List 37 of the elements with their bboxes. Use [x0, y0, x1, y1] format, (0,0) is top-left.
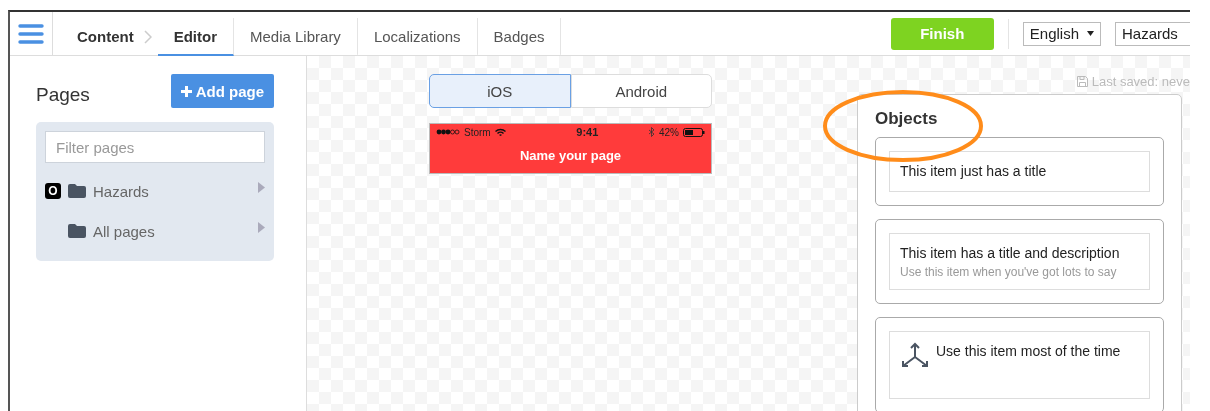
shortcut-badge: O — [45, 183, 61, 199]
platform-tab[interactable]: Android — [570, 74, 712, 108]
bluetooth-icon — [649, 127, 655, 137]
expand-arrow-icon[interactable] — [258, 181, 265, 193]
object-title: This item has a title and description — [900, 244, 1120, 263]
folder-item[interactable]: Hazards — [93, 182, 251, 200]
object-card[interactable]: This item has a title and description Use this item when you've got lots to say — [875, 219, 1164, 304]
nav-tab[interactable]: Editor — [157, 18, 234, 56]
object-title: This item just has a title — [900, 162, 1047, 181]
clock-label: 9:41 — [575, 126, 599, 138]
caret-icon — [1087, 31, 1094, 36]
pages-select[interactable]: Hazards — [1115, 21, 1190, 46]
chevron-icon — [143, 29, 152, 44]
platform-tab[interactable]: iOS — [429, 74, 571, 108]
last-saved-label: Last saved: neve — [1091, 73, 1190, 89]
folder-icon — [68, 184, 86, 198]
filter-field[interactable]: Filter pages — [45, 131, 265, 163]
three-arrows-icon — [900, 342, 930, 370]
object-card[interactable]: This item just has a title — [875, 137, 1164, 206]
carrier-label: Storm — [464, 126, 491, 138]
plus-icon — [180, 85, 192, 97]
battery-icon — [683, 127, 705, 137]
folder-icon — [68, 224, 86, 238]
menu-icon[interactable] — [18, 23, 44, 44]
battery-label: 42% — [659, 126, 679, 138]
object-card[interactable]: Use this item most of the time — [875, 317, 1164, 411]
page-title: Name your page — [518, 148, 623, 163]
folder-item[interactable]: All pages — [93, 222, 251, 240]
expand-arrow-icon[interactable] — [258, 221, 265, 233]
object-description: Use this item when you've got lots to say — [900, 265, 1118, 279]
breadcrumb-link[interactable]: Content — [61, 18, 140, 56]
wifi-icon — [494, 128, 506, 136]
language-select[interactable]: English — [1022, 21, 1101, 46]
panel-title: Objects — [875, 109, 939, 129]
panel-title: Pages — [36, 84, 90, 106]
signal-icon — [436, 129, 460, 135]
object-title: Use this item most of the time — [936, 342, 1121, 361]
